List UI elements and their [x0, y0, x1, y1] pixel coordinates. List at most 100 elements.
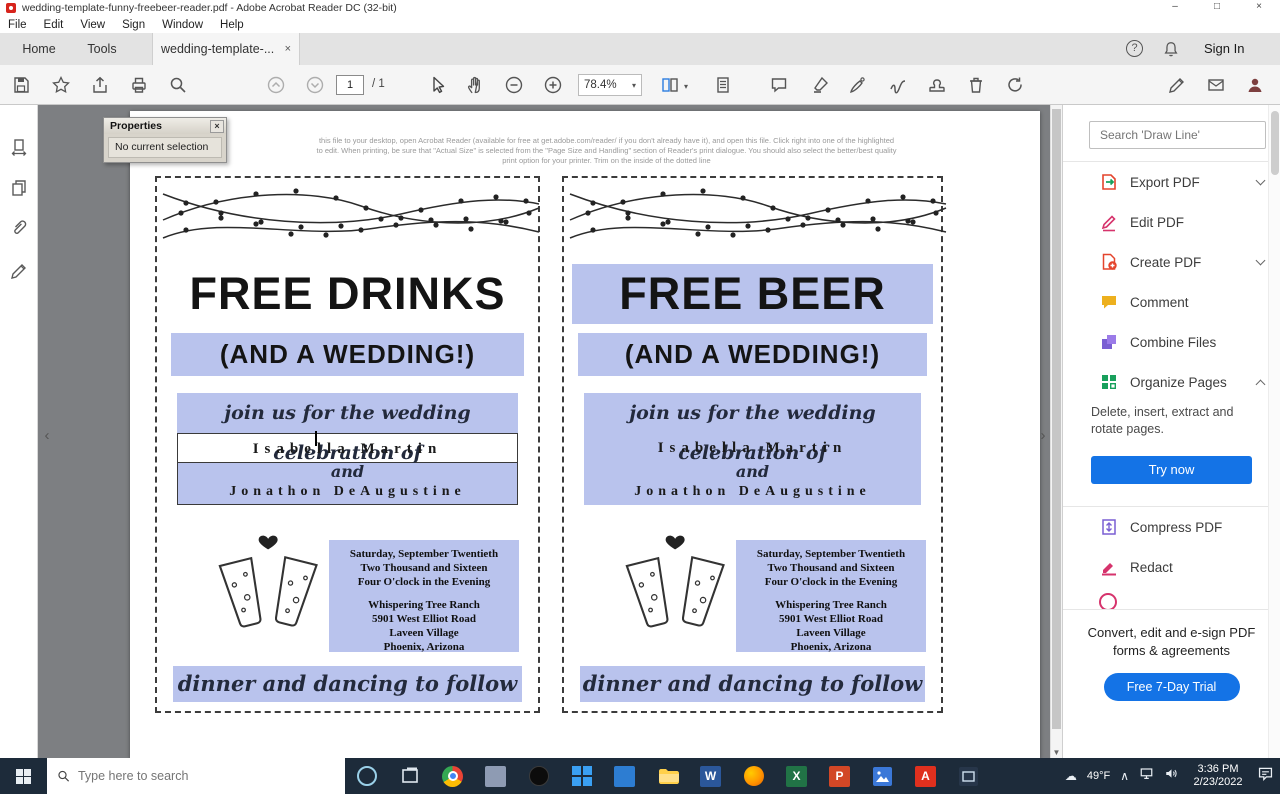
find-icon[interactable] [168, 75, 188, 95]
menu-view[interactable]: View [80, 19, 105, 31]
word-icon[interactable]: W [689, 758, 732, 794]
tool-export-pdf[interactable]: Export PDF [1063, 162, 1280, 202]
signature-tool-icon[interactable] [888, 75, 908, 95]
fill-sign-icon[interactable] [1167, 75, 1187, 95]
task-view-icon[interactable] [388, 758, 431, 794]
taskbar-app-icon-5[interactable] [603, 758, 646, 794]
zoom-in-icon[interactable] [543, 75, 563, 95]
taskbar-app-icon-3[interactable] [517, 758, 560, 794]
snip-tool-icon[interactable] [947, 758, 990, 794]
page-display-icon[interactable] [660, 75, 680, 95]
comment-tool-icon[interactable] [769, 75, 789, 95]
collapse-left-panel-icon[interactable]: ‹ [40, 423, 54, 451]
volume-icon[interactable] [1164, 766, 1179, 786]
minimize-button[interactable]: – [1158, 0, 1192, 15]
menu-help[interactable]: Help [220, 19, 244, 31]
chevron-down-icon[interactable] [1255, 175, 1266, 185]
excel-icon[interactable]: X [775, 758, 818, 794]
date-venue-field[interactable]: Saturday, September Twentieth Two Thousa… [736, 540, 926, 653]
email-icon[interactable] [1206, 75, 1226, 95]
tool-create-pdf[interactable]: Create PDF [1063, 242, 1280, 282]
maximize-button[interactable]: □ [1200, 0, 1234, 15]
cortana-icon[interactable] [345, 758, 388, 794]
action-center-icon[interactable] [1257, 765, 1274, 787]
taskbar-app-icon-4[interactable] [560, 758, 603, 794]
name1-field[interactable]: Isabella Martin [584, 433, 921, 463]
previous-page-icon[interactable] [266, 75, 286, 95]
stamp-tool-icon[interactable] [927, 75, 947, 95]
tool-edit-pdf[interactable]: Edit PDF [1063, 202, 1280, 242]
firefox-icon[interactable] [732, 758, 775, 794]
headline-field[interactable]: FREE BEER [572, 264, 933, 324]
intro-field[interactable]: join us for the wedding celebration of [584, 393, 921, 464]
photos-icon[interactable] [861, 758, 904, 794]
page-thumbnails-icon[interactable] [9, 137, 29, 157]
headline-field[interactable]: FREE DRINKS [165, 264, 530, 324]
tab-tools[interactable]: Tools [72, 33, 132, 65]
share-icon[interactable] [90, 75, 110, 95]
name1-field[interactable]: Isabella Martin [177, 433, 518, 463]
scrollbar-thumb[interactable] [1052, 109, 1061, 729]
tools-search-box[interactable] [1089, 121, 1266, 149]
scroll-down-icon[interactable]: ▼ [1051, 748, 1062, 757]
chrome-icon[interactable] [431, 758, 474, 794]
bookmarks-icon[interactable] [9, 178, 29, 198]
date-venue-field[interactable]: Saturday, September Twentieth Two Thousa… [329, 540, 519, 653]
expand-right-panel-icon[interactable]: › [1036, 423, 1050, 451]
panel-scrollbar-thumb[interactable] [1271, 111, 1279, 175]
powerpoint-icon[interactable]: P [818, 758, 861, 794]
tools-search-input[interactable] [1090, 128, 1265, 142]
page-display-caret-icon[interactable]: ▾ [684, 82, 688, 91]
zoom-level-dropdown[interactable]: 78.4% ▾ [578, 74, 642, 96]
draw-pen-icon[interactable] [848, 75, 868, 95]
help-icon[interactable]: ? [1126, 40, 1143, 57]
taskbar-clock[interactable]: 3:36 PM 2/23/2022 [1189, 763, 1247, 789]
tool-compress-pdf[interactable]: Compress PDF [1063, 507, 1280, 547]
footer-field[interactable]: dinner and dancing to follow [580, 666, 925, 702]
taskbar-app-icon-2[interactable] [474, 758, 517, 794]
user-avatar-icon[interactable] [1245, 75, 1265, 95]
signatures-icon[interactable] [9, 261, 29, 281]
start-button[interactable] [0, 758, 47, 794]
file-explorer-icon[interactable] [646, 758, 689, 794]
print-icon[interactable] [129, 75, 149, 95]
taskbar-search-input[interactable] [77, 769, 335, 783]
free-trial-button[interactable]: Free 7-Day Trial [1103, 673, 1240, 701]
menu-window[interactable]: Window [162, 19, 203, 31]
network-icon[interactable] [1139, 766, 1154, 786]
tool-comment[interactable]: Comment [1063, 282, 1280, 322]
intro-field[interactable]: join us for the wedding celebration of [177, 393, 518, 464]
menu-sign[interactable]: Sign [122, 19, 145, 31]
refresh-icon[interactable] [1005, 75, 1025, 95]
properties-panel-header[interactable]: Properties × [104, 118, 226, 134]
name2-field[interactable]: and Jonathon DeAugustine [177, 463, 518, 505]
menu-edit[interactable]: Edit [44, 19, 64, 31]
hand-tool-icon[interactable] [465, 75, 485, 95]
star-icon[interactable] [51, 75, 71, 95]
scrolling-mode-icon[interactable] [713, 75, 733, 95]
close-button[interactable]: × [1242, 0, 1276, 15]
name2-field[interactable]: and Jonathon DeAugustine [584, 463, 921, 505]
menu-file[interactable]: File [8, 19, 27, 31]
tray-overflow-chevron-icon[interactable]: ∧ [1120, 769, 1129, 783]
tool-combine-files[interactable]: Combine Files [1063, 322, 1280, 362]
tool-redact[interactable]: Redact [1063, 547, 1280, 587]
select-tool-icon[interactable] [427, 75, 447, 95]
footer-field[interactable]: dinner and dancing to follow [173, 666, 522, 702]
weather-widget[interactable]: 49°F [1087, 770, 1110, 782]
tab-document[interactable]: wedding-template-... × [152, 33, 300, 65]
attachments-icon[interactable] [9, 218, 29, 238]
taskbar-search-box[interactable] [47, 758, 345, 794]
tab-close-icon[interactable]: × [285, 43, 291, 55]
page-number-input[interactable] [336, 75, 364, 95]
highlighter-icon[interactable] [810, 75, 830, 95]
chevron-up-icon[interactable] [1255, 379, 1266, 389]
subheadline-field[interactable]: (AND A WEDDING!) [171, 333, 524, 376]
document-scrollbar[interactable]: ▼ [1050, 105, 1062, 758]
sign-in-button[interactable]: Sign In [1204, 33, 1244, 65]
panel-scrollbar[interactable] [1268, 105, 1280, 758]
acrobat-taskbar-icon[interactable]: A [904, 758, 947, 794]
properties-close-icon[interactable]: × [210, 119, 224, 133]
tool-organize-pages[interactable]: Organize Pages [1063, 362, 1280, 402]
subheadline-field[interactable]: (AND A WEDDING!) [578, 333, 927, 376]
